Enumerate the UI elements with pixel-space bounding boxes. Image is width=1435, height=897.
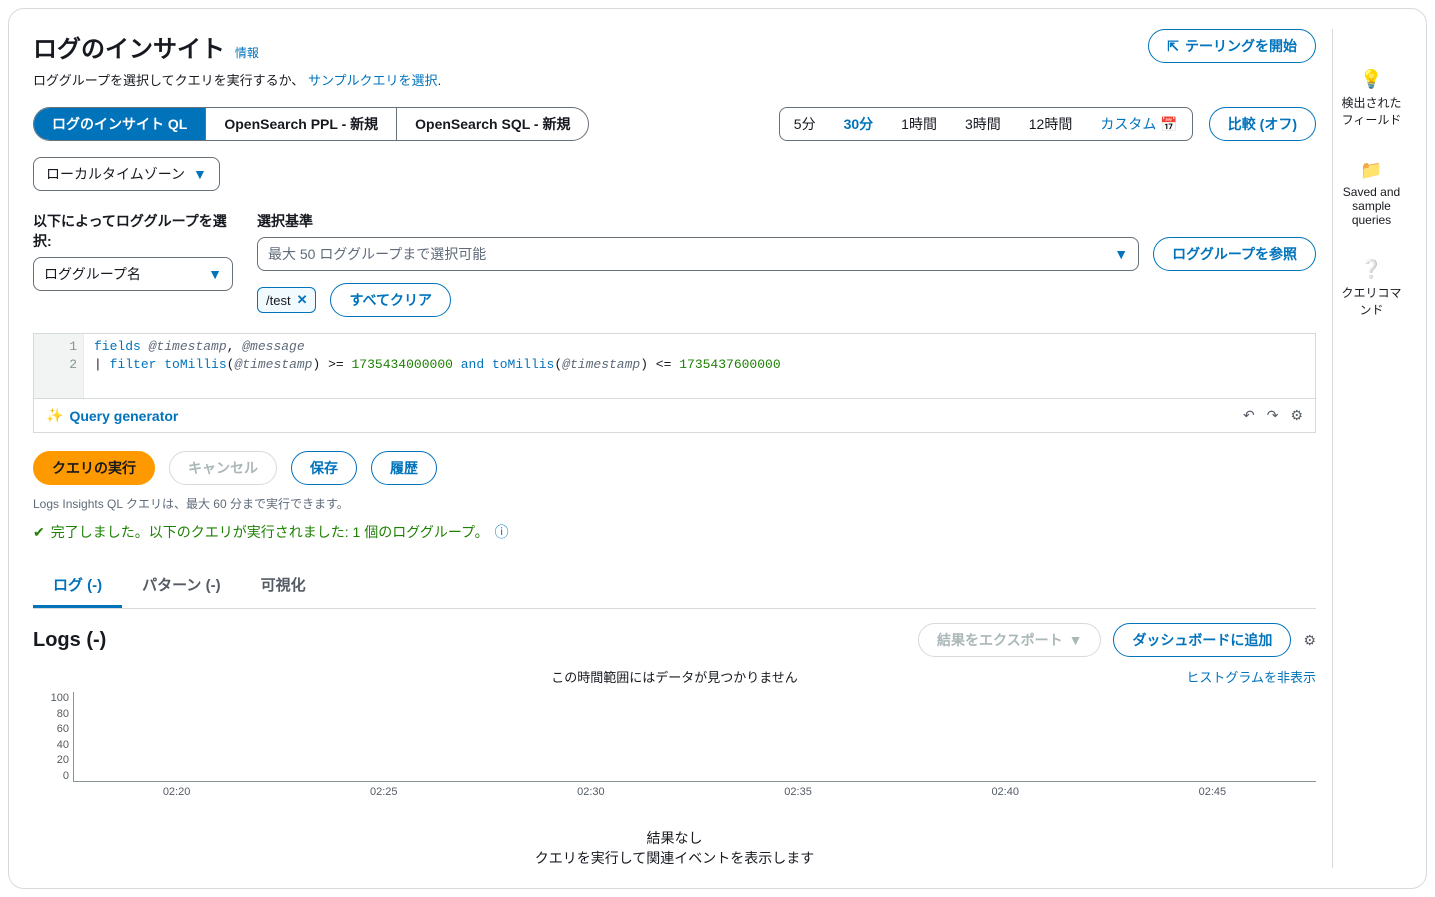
settings-icon[interactable]: ⚙: [1290, 407, 1303, 424]
sample-query-link[interactable]: サンプルクエリを選択: [308, 73, 438, 88]
query-commands-button[interactable]: ❔ クエリコマンド: [1341, 259, 1402, 318]
time-1h[interactable]: 1時間: [887, 108, 951, 140]
time-12h[interactable]: 12時間: [1015, 108, 1087, 140]
tab-opensearch-sql[interactable]: OpenSearch SQL - 新規: [397, 108, 588, 140]
results-tabs: ログ (-) パターン (-) 可視化: [33, 564, 1316, 609]
select-by-label: 以下によってロググループを選択:: [33, 211, 233, 251]
chart-title: この時間範囲にはデータが見つかりません: [33, 667, 1316, 686]
timezone-select[interactable]: ローカルタイムゾーン ▼: [33, 157, 220, 191]
caret-down-icon: ▼: [208, 266, 222, 282]
logs-title: Logs (-): [33, 629, 106, 652]
time-custom[interactable]: カスタム 📅: [1086, 108, 1191, 140]
log-group-select[interactable]: 最大 50 ロググループまで選択可能 ▼: [257, 237, 1139, 271]
time-range-selector: 5分 30分 1時間 3時間 12時間 カスタム 📅: [779, 107, 1193, 141]
status-message: ✔ 完了しました。以下のクエリが実行されました: 1 個のロググループ。 ⓘ: [33, 522, 1316, 542]
help-icon: ❔: [1341, 259, 1402, 280]
plot-area: [73, 692, 1316, 782]
tab-insights-ql[interactable]: ログのインサイト QL: [34, 108, 206, 140]
histogram-chart: 100 80 60 40 20 0: [33, 692, 1316, 782]
subtitle: ロググループを選択してクエリを実行するか、 サンプルクエリを選択.: [33, 70, 441, 89]
redo-icon[interactable]: ↷: [1267, 407, 1279, 424]
start-tailing-button[interactable]: ⇱ テーリングを開始: [1148, 29, 1316, 63]
query-generator-button[interactable]: ✨ Query generator: [46, 407, 178, 424]
info-icon[interactable]: ⓘ: [495, 522, 509, 542]
caret-down-icon: ▼: [193, 166, 207, 182]
editor-gutter: 12: [34, 334, 84, 398]
time-30m[interactable]: 30分: [830, 108, 888, 140]
add-to-dashboard-button[interactable]: ダッシュボードに追加: [1113, 623, 1291, 657]
tab-patterns[interactable]: パターン (-): [122, 564, 240, 608]
detected-fields-button[interactable]: 💡 検出されたフィールド: [1341, 69, 1402, 128]
time-3h[interactable]: 3時間: [951, 108, 1015, 140]
run-query-button[interactable]: クエリの実行: [33, 451, 155, 485]
save-button[interactable]: 保存: [291, 451, 357, 485]
criteria-label: 選択基準: [257, 211, 1316, 231]
y-axis: 100 80 60 40 20 0: [33, 692, 73, 782]
tab-visualization[interactable]: 可視化: [241, 564, 326, 608]
clear-all-button[interactable]: すべてクリア: [330, 283, 450, 317]
undo-icon[interactable]: ↶: [1243, 407, 1255, 424]
calendar-icon: 📅: [1160, 116, 1177, 133]
history-button[interactable]: 履歴: [371, 451, 437, 485]
page-title: ログのインサイト: [33, 36, 225, 63]
tab-logs[interactable]: ログ (-): [33, 564, 122, 608]
external-icon: ⇱: [1167, 38, 1179, 55]
cancel-button: キャンセル: [169, 451, 277, 485]
lightbulb-icon: 💡: [1341, 69, 1402, 90]
select-by-dropdown[interactable]: ロググループ名 ▼: [33, 257, 233, 291]
query-language-tabs: ログのインサイト QL OpenSearch PPL - 新規 OpenSear…: [33, 107, 589, 141]
x-axis: 02:20 02:25 02:30 02:35 02:40 02:45: [73, 786, 1316, 798]
gear-icon[interactable]: ⚙: [1303, 632, 1316, 649]
time-5m[interactable]: 5分: [780, 108, 830, 140]
export-results-button: 結果をエクスポート ▼: [918, 623, 1101, 657]
caret-down-icon: ▼: [1069, 632, 1083, 648]
hide-histogram-link[interactable]: ヒストグラムを非表示: [1186, 667, 1316, 686]
browse-log-groups-button[interactable]: ロググループを参照: [1153, 237, 1316, 271]
editor-code: fields @timestamp, @message | filter toM…: [34, 334, 1315, 398]
tab-opensearch-ppl[interactable]: OpenSearch PPL - 新規: [206, 108, 397, 140]
remove-token-icon[interactable]: ✕: [297, 292, 308, 308]
info-link[interactable]: 情報: [235, 46, 259, 60]
folder-icon: 📁: [1341, 160, 1402, 181]
runtime-note: Logs Insights QL クエリは、最大 60 分まで実行できます。: [33, 495, 1316, 512]
compare-button[interactable]: 比較 (オフ): [1209, 107, 1316, 141]
log-group-token: /test ✕: [257, 287, 316, 313]
no-results: 結果なし クエリを実行して関連イベントを表示します: [33, 828, 1316, 868]
saved-queries-button[interactable]: 📁 Saved and sample queries: [1341, 160, 1402, 227]
caret-down-icon: ▼: [1114, 246, 1128, 262]
success-icon: ✔: [33, 524, 45, 541]
magic-wand-icon: ✨: [46, 407, 63, 424]
query-editor[interactable]: 12 fields @timestamp, @message | filter …: [33, 333, 1316, 399]
